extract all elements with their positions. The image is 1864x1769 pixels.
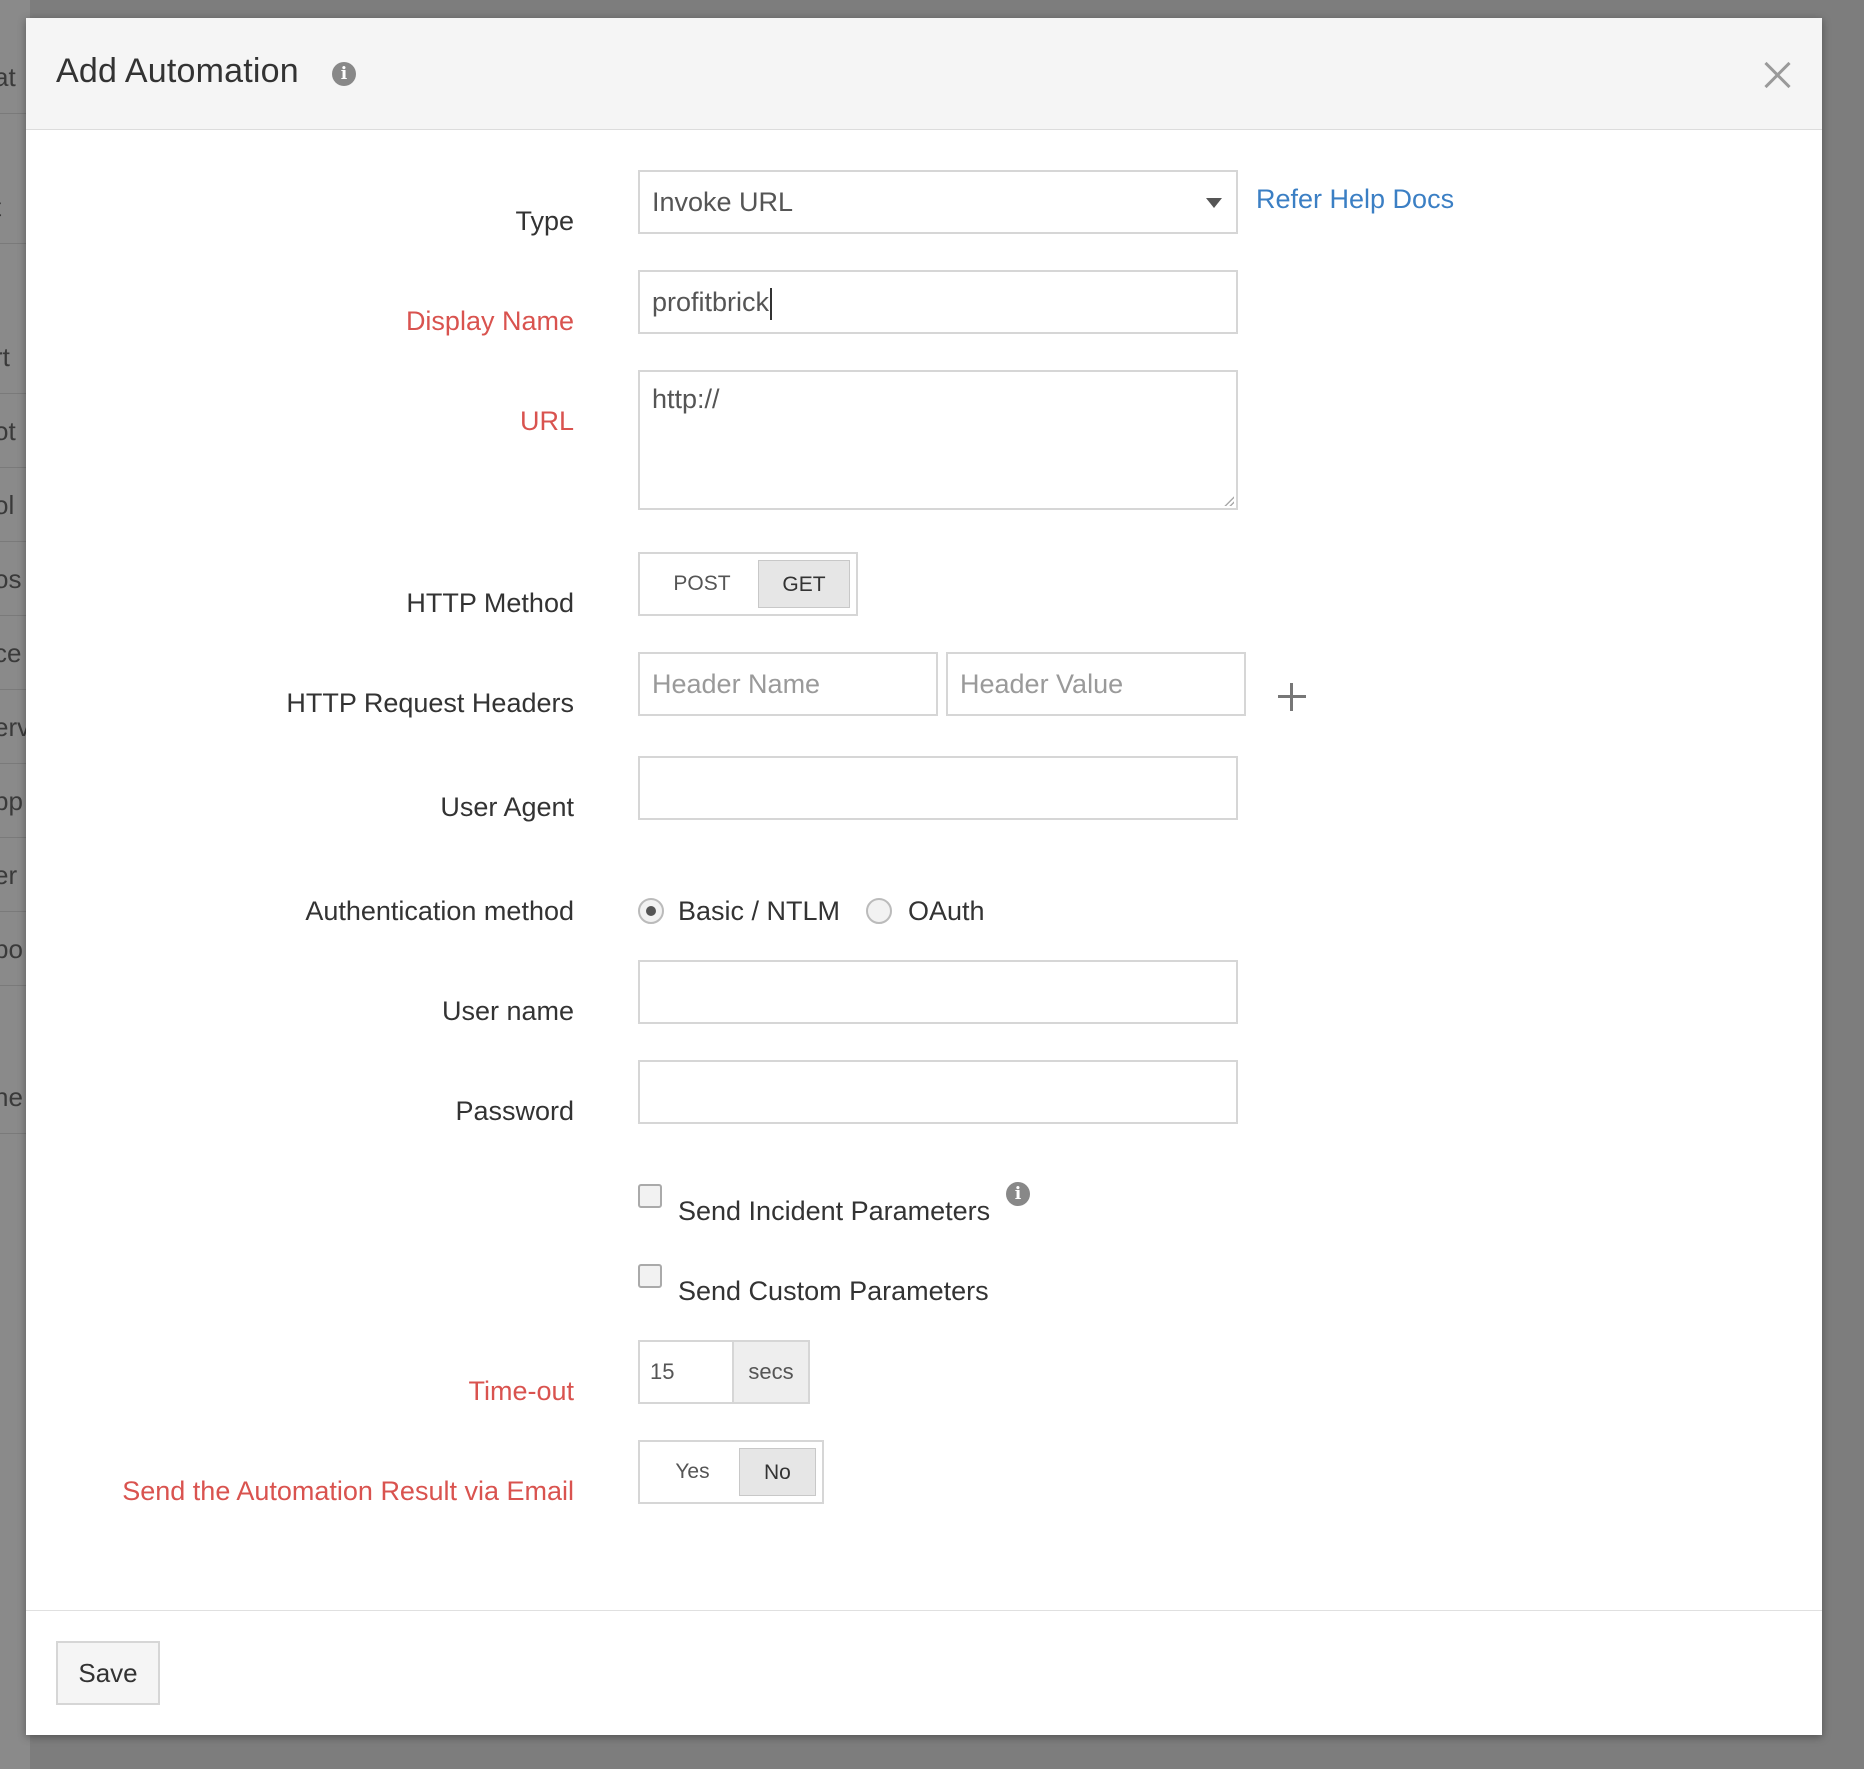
modal-title: Add Automation: [56, 52, 299, 90]
text-caret: [770, 287, 773, 320]
user-agent-label: User Agent: [440, 792, 574, 822]
display-name-label: Display Name: [405, 306, 574, 336]
url-value: http://: [652, 384, 720, 414]
http-method-toggle: POST GET: [638, 552, 858, 616]
header-value-input[interactable]: Header Value: [946, 652, 1246, 716]
basic-ntlm-label[interactable]: Basic / NTLM: [678, 896, 840, 927]
modal-header: Add Automation i: [26, 18, 1822, 130]
type-select-value: Invoke URL: [652, 187, 794, 217]
timeout-input[interactable]: 15: [640, 1342, 732, 1402]
oauth-radio[interactable]: [866, 898, 892, 924]
url-textarea[interactable]: http://: [638, 370, 1238, 510]
user-name-label: User name: [441, 996, 574, 1026]
password-label: Password: [455, 1096, 574, 1126]
display-name-input[interactable]: profitbrick: [638, 270, 1238, 334]
post-button[interactable]: POST: [646, 560, 758, 608]
send-custom-params-checkbox[interactable]: [638, 1264, 662, 1288]
info-icon[interactable]: i: [1006, 1182, 1030, 1206]
type-select[interactable]: Invoke URL: [638, 170, 1238, 234]
auth-method-label: Authentication method: [305, 896, 574, 926]
info-icon[interactable]: i: [332, 62, 356, 86]
password-input[interactable]: [638, 1060, 1238, 1124]
oauth-label[interactable]: OAuth: [908, 896, 985, 927]
save-button[interactable]: Save: [56, 1641, 160, 1705]
close-icon[interactable]: [1762, 60, 1792, 90]
modal-footer: Save: [26, 1610, 1822, 1735]
get-button[interactable]: GET: [758, 560, 850, 608]
refer-help-docs-link[interactable]: Refer Help Docs: [1256, 184, 1454, 215]
add-automation-modal: Add Automation i Type Invoke URL Refer H…: [26, 18, 1822, 1735]
send-custom-params-label[interactable]: Send Custom Parameters: [678, 1276, 989, 1307]
timeout-unit: secs: [732, 1342, 808, 1402]
http-method-label: HTTP Method: [406, 588, 574, 618]
send-incident-params-checkbox[interactable]: [638, 1184, 662, 1208]
resize-handle-icon[interactable]: [1224, 496, 1234, 506]
timeout-group: 15 secs: [638, 1340, 810, 1404]
http-headers-label: HTTP Request Headers: [286, 688, 574, 718]
timeout-label: Time-out: [468, 1376, 574, 1406]
add-header-icon[interactable]: [1278, 683, 1306, 711]
chevron-down-icon: [1206, 198, 1222, 208]
send-incident-params-label[interactable]: Send Incident Parameters: [678, 1196, 990, 1227]
user-name-input[interactable]: [638, 960, 1238, 1024]
no-button[interactable]: No: [738, 1448, 816, 1496]
basic-ntlm-radio[interactable]: [638, 898, 664, 924]
email-result-toggle: Yes No: [638, 1440, 824, 1504]
display-name-value: profitbrick: [652, 287, 770, 317]
header-name-input[interactable]: Header Name: [638, 652, 938, 716]
user-agent-input[interactable]: [638, 756, 1238, 820]
url-label: URL: [519, 406, 574, 436]
yes-button[interactable]: Yes: [646, 1448, 739, 1496]
email-result-label: Send the Automation Result via Email: [122, 1476, 574, 1506]
type-label: Type: [515, 206, 574, 236]
